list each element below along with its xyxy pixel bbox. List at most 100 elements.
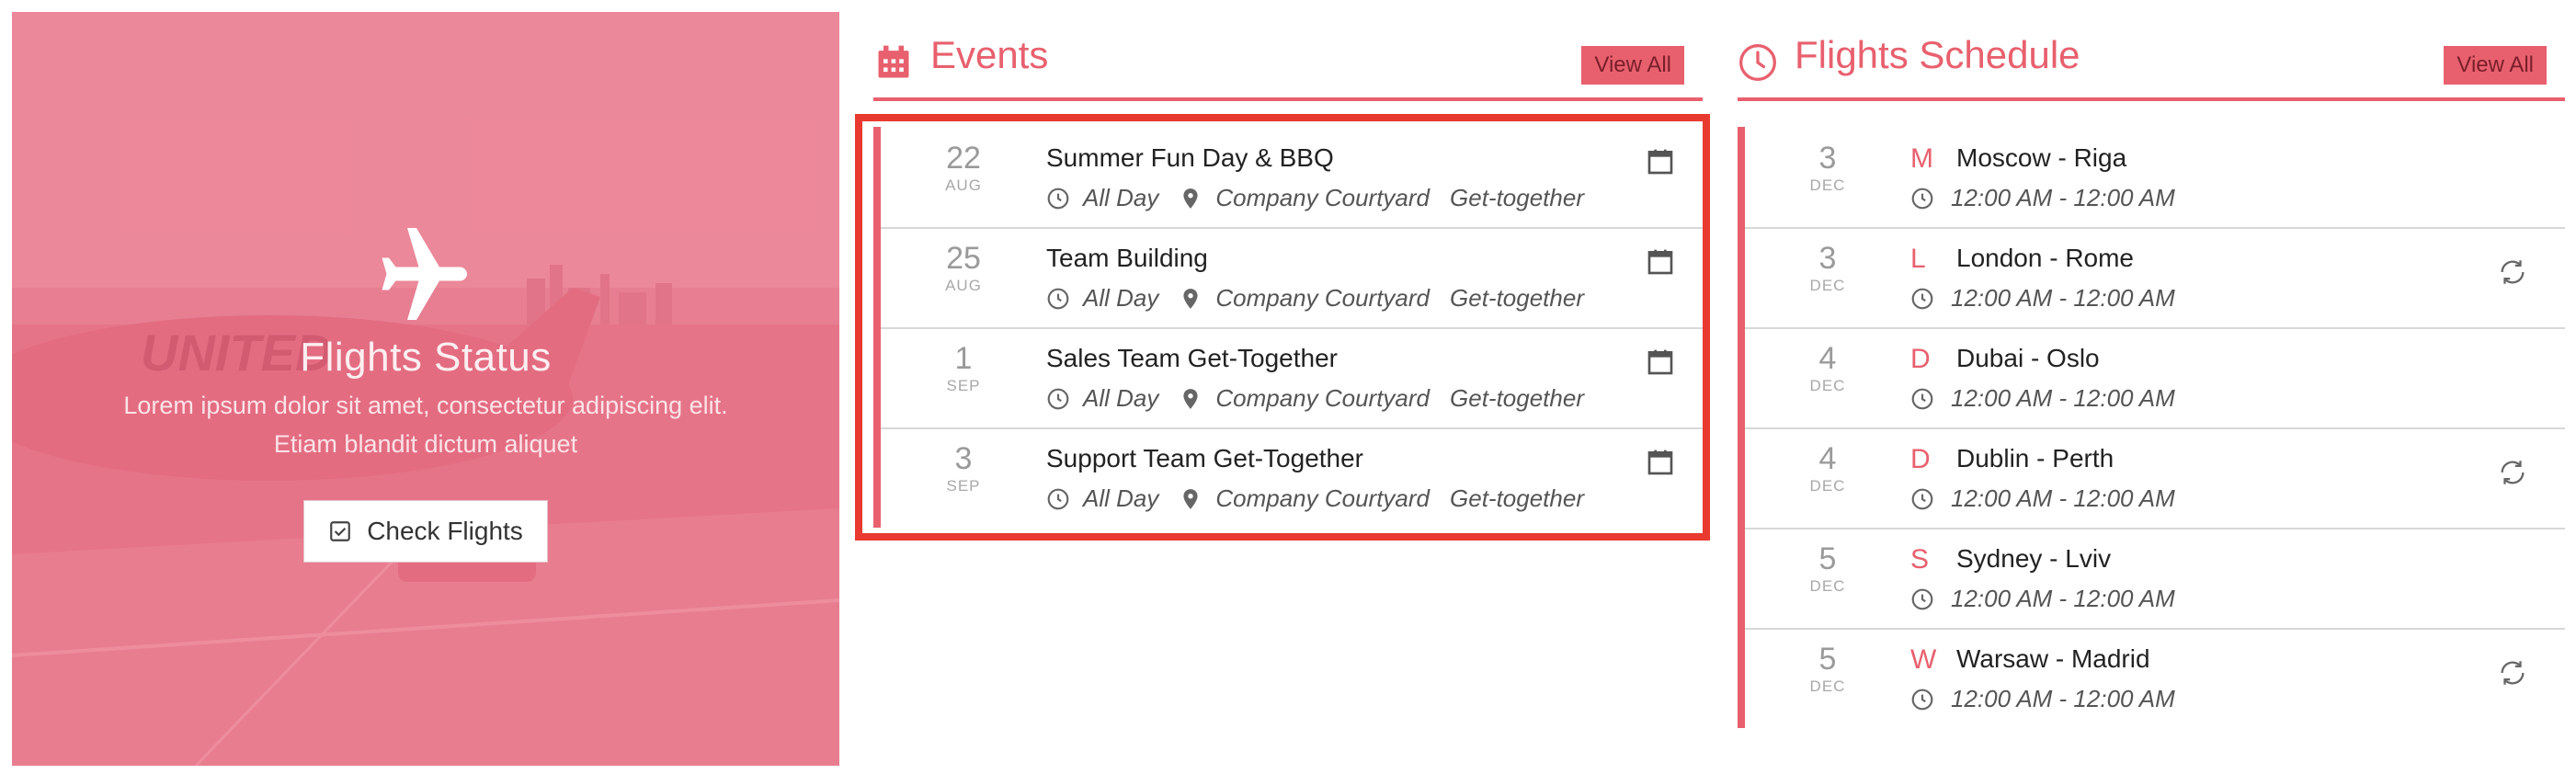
flight-day: 4 (1818, 441, 1837, 476)
clock-icon (1911, 388, 1933, 409)
event-category: Get-together (1450, 284, 1584, 312)
calendar-icon (878, 45, 909, 78)
event-meta: All Day Company Courtyard Get-together (1046, 184, 1584, 212)
recurring-icon[interactable] (2497, 256, 2528, 288)
flights-status-panel: UNITED Flights Status Lorem ipsum dolor … (12, 12, 839, 766)
flight-time: 12:00 AM - 12:00 AM (1910, 585, 2175, 613)
recurring-icon[interactable] (2497, 657, 2528, 689)
clock-icon (1047, 288, 1069, 309)
flight-row[interactable]: 3 DEC M Moscow - Riga 12:00 AM - 12:00 A… (1738, 127, 2565, 227)
event-meta: All Day Company Courtyard Get-together (1046, 484, 1584, 513)
flight-day: 5 (1818, 541, 1837, 576)
flight-route[interactable]: Warsaw - Madrid (1956, 644, 2150, 674)
event-row[interactable]: 3 SEP Support Team Get-Together All Day … (873, 427, 1703, 528)
flights-schedule-title: Flights Schedule (1795, 33, 2080, 76)
map-pin-icon (1183, 488, 1198, 509)
flight-day: 4 (1818, 341, 1837, 376)
airplane-icon (382, 228, 467, 320)
map-pin-icon (1183, 288, 1198, 309)
clock-icon (1047, 188, 1069, 209)
event-time: All Day (1083, 484, 1159, 512)
flights-list: 3 DEC M Moscow - Riga 12:00 AM - 12:00 A… (1738, 127, 2565, 728)
flight-time-text: 12:00 AM - 12:00 AM (1951, 284, 2175, 312)
flight-route[interactable]: Dublin - Perth (1956, 444, 2114, 473)
flight-time-text: 12:00 AM - 12:00 AM (1951, 384, 2175, 412)
event-day: 1 (954, 341, 973, 376)
events-list: 22 AUG Summer Fun Day & BBQ All Day Comp… (873, 127, 1703, 528)
hero-title: Flights Status (300, 335, 552, 380)
flight-letter: M (1910, 143, 1933, 174)
flight-month: DEC (1809, 577, 1846, 595)
recurring-icon[interactable] (2497, 457, 2528, 488)
flights-view-all-button[interactable]: View All (2444, 46, 2547, 85)
flight-time: 12:00 AM - 12:00 AM (1910, 284, 2175, 313)
event-row[interactable]: 1 SEP Sales Team Get-Together All Day Co… (873, 327, 1703, 427)
event-title[interactable]: Support Team Get-Together (1046, 444, 1363, 473)
clock-icon (1047, 388, 1069, 409)
flight-month: DEC (1809, 677, 1846, 695)
event-title[interactable]: Summer Fun Day & BBQ (1046, 143, 1334, 173)
flight-route[interactable]: Dubai - Oslo (1956, 344, 2100, 373)
flight-date: 5 DEC (1782, 541, 1874, 596)
flight-letter: W (1910, 644, 1937, 675)
flight-row[interactable]: 5 DEC S Sydney - Lviv 12:00 AM - 12:00 A… (1738, 528, 2565, 628)
event-category: Get-together (1450, 484, 1584, 512)
flight-route[interactable]: London - Rome (1956, 244, 2134, 273)
event-title[interactable]: Sales Team Get-Together (1046, 344, 1338, 373)
flight-row[interactable]: 4 DEC D Dublin - Perth 12:00 AM - 12:00 … (1738, 427, 2565, 528)
clock-icon (1911, 288, 1933, 309)
flight-month: DEC (1809, 477, 1846, 495)
event-day: 25 (946, 241, 981, 276)
flight-route[interactable]: Moscow - Riga (1956, 143, 2126, 173)
calendar-icon[interactable] (1646, 347, 1675, 377)
map-pin-icon (1183, 388, 1198, 409)
check-flights-button[interactable]: Check Flights (303, 500, 548, 563)
flight-letter: S (1910, 544, 1930, 575)
flight-date: 4 DEC (1782, 440, 1874, 495)
calendar-icon[interactable] (1646, 247, 1675, 277)
event-meta: All Day Company Courtyard Get-together (1046, 384, 1584, 413)
event-category: Get-together (1450, 384, 1584, 412)
flight-letter: D (1910, 444, 1931, 474)
flight-time-text: 12:00 AM - 12:00 AM (1951, 184, 2175, 211)
flight-row[interactable]: 4 DEC D Dubai - Oslo 12:00 AM - 12:00 AM (1738, 327, 2565, 427)
flight-row[interactable]: 3 DEC L London - Rome 12:00 AM - 12:00 A… (1738, 227, 2565, 327)
event-location: Company Courtyard (1215, 284, 1430, 312)
event-row[interactable]: 22 AUG Summer Fun Day & BBQ All Day Comp… (873, 127, 1703, 227)
event-time: All Day (1083, 284, 1159, 312)
event-date: 25 AUG (918, 240, 1009, 295)
clock-icon (1911, 488, 1933, 509)
event-time: All Day (1083, 184, 1159, 211)
checkbox-icon (330, 521, 351, 541)
clock-icon (1911, 689, 1933, 710)
flight-day: 3 (1818, 141, 1837, 176)
flight-route[interactable]: Sydney - Lviv (1956, 544, 2111, 574)
flight-day: 3 (1818, 241, 1837, 276)
flight-month: DEC (1809, 377, 1846, 394)
flight-time: 12:00 AM - 12:00 AM (1910, 384, 2175, 413)
event-row[interactable]: 25 AUG Team Building All Day Company Cou… (873, 227, 1703, 327)
calendar-icon[interactable] (1646, 147, 1675, 176)
flight-row[interactable]: 5 DEC W Warsaw - Madrid 12:00 AM - 12:00… (1738, 628, 2565, 728)
check-flights-label: Check Flights (367, 517, 523, 545)
flight-letter: D (1910, 344, 1931, 374)
event-time: All Day (1083, 384, 1159, 412)
flight-time-text: 12:00 AM - 12:00 AM (1951, 484, 2175, 512)
event-category: Get-together (1450, 184, 1584, 211)
event-location: Company Courtyard (1215, 184, 1430, 211)
event-date: 1 SEP (918, 340, 1009, 395)
flight-date: 3 DEC (1782, 240, 1874, 295)
flight-date: 5 DEC (1782, 641, 1874, 696)
event-day: 22 (946, 141, 981, 176)
clock-icon (1047, 488, 1069, 509)
events-view-all-button[interactable]: View All (1581, 46, 1684, 85)
event-title[interactable]: Team Building (1046, 244, 1208, 273)
calendar-icon[interactable] (1646, 448, 1675, 477)
event-meta: All Day Company Courtyard Get-together (1046, 284, 1584, 313)
clock-icon (1911, 588, 1933, 609)
flight-time-text: 12:00 AM - 12:00 AM (1951, 585, 2175, 612)
flight-time: 12:00 AM - 12:00 AM (1910, 484, 2175, 513)
events-section-header: Events View All (873, 33, 1703, 101)
flight-letter: L (1910, 244, 1926, 274)
flight-time: 12:00 AM - 12:00 AM (1910, 685, 2175, 713)
